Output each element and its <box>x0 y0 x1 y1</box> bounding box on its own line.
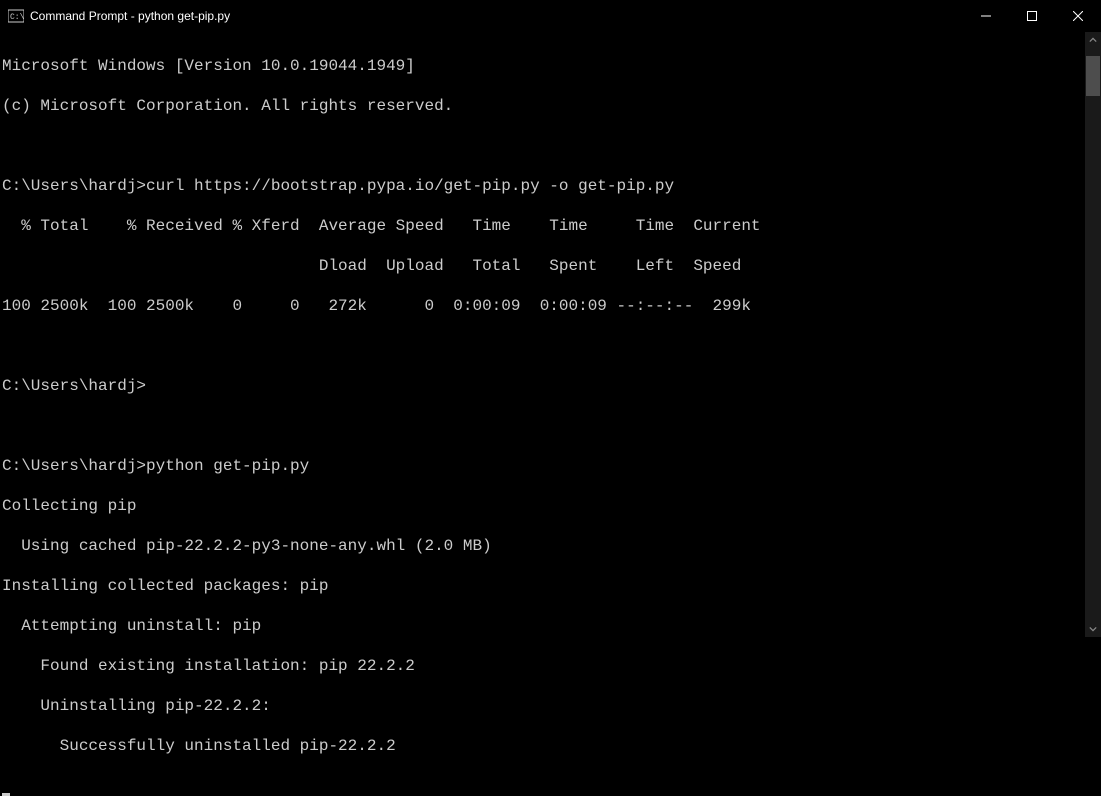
terminal-line: Attempting uninstall: pip <box>2 616 1101 636</box>
terminal-line: Found existing installation: pip 22.2.2 <box>2 656 1101 676</box>
terminal-line: Successfully uninstalled pip-22.2.2 <box>2 736 1101 756</box>
terminal-line <box>2 136 1101 156</box>
scrollbar-thumb[interactable] <box>1086 56 1100 96</box>
maximize-button[interactable] <box>1009 0 1055 32</box>
terminal-line: (c) Microsoft Corporation. All rights re… <box>2 96 1101 116</box>
close-button[interactable] <box>1055 0 1101 32</box>
scroll-down-icon[interactable] <box>1085 621 1101 637</box>
svg-text:C:\: C:\ <box>10 13 24 22</box>
terminal-line: Dload Upload Total Spent Left Speed <box>2 256 1101 276</box>
window-title: Command Prompt - python get-pip.py <box>30 9 230 23</box>
terminal-line: Collecting pip <box>2 496 1101 516</box>
terminal-line: C:\Users\hardj>python get-pip.py <box>2 456 1101 476</box>
minimize-button[interactable] <box>963 0 1009 32</box>
terminal-line: 100 2500k 100 2500k 0 0 272k 0 0:00:09 0… <box>2 296 1101 316</box>
terminal-line <box>2 416 1101 436</box>
terminal-line: Uninstalling pip-22.2.2: <box>2 696 1101 716</box>
window-titlebar: C:\ Command Prompt - python get-pip.py <box>0 0 1101 32</box>
terminal-line: C:\Users\hardj>curl https://bootstrap.py… <box>2 176 1101 196</box>
vertical-scrollbar[interactable] <box>1085 32 1101 637</box>
terminal-line: Installing collected packages: pip <box>2 576 1101 596</box>
terminal-output[interactable]: Microsoft Windows [Version 10.0.19044.19… <box>0 32 1101 796</box>
terminal-line: C:\Users\hardj> <box>2 376 1101 396</box>
terminal-line <box>2 336 1101 356</box>
window-controls <box>963 0 1101 32</box>
cmd-icon: C:\ <box>8 8 24 24</box>
terminal-line: Using cached pip-22.2.2-py3-none-any.whl… <box>2 536 1101 556</box>
terminal-line: % Total % Received % Xferd Average Speed… <box>2 216 1101 236</box>
terminal-line: Microsoft Windows [Version 10.0.19044.19… <box>2 56 1101 76</box>
scroll-up-icon[interactable] <box>1085 32 1101 48</box>
